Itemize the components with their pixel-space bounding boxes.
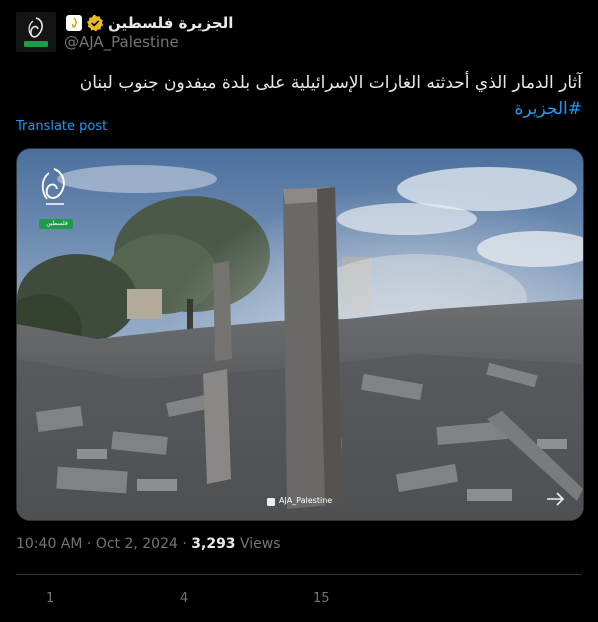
meta-separator: · <box>86 536 92 552</box>
translate-post-link[interactable]: Translate post <box>16 119 107 134</box>
watermark-social-icon <box>267 498 275 506</box>
author-handle[interactable]: @AJA_Palestine <box>64 33 179 51</box>
verified-badge-icon <box>86 14 104 32</box>
like-count[interactable]: 15 <box>313 591 330 606</box>
tweet-body: آثار الدمار الذي أحدثته الغارات الإسرائي… <box>79 73 582 93</box>
media-watermark-caption: فلسطين <box>46 220 68 227</box>
affiliation-badge-icon <box>66 15 82 31</box>
reply-count[interactable]: 1 <box>46 591 54 606</box>
tweet-date[interactable]: Oct 2, 2024 <box>96 536 178 552</box>
meta-separator-2: · <box>182 536 187 552</box>
tweet-actions: 1 4 15 <box>0 585 598 613</box>
display-name: الجزيرة فلسطين <box>108 14 234 32</box>
tweet-media-image[interactable]: فلسطين AJA_Palestine <box>16 148 584 521</box>
tweet-meta: 10:40 AM · Oct 2, 2024 · 3,293 Views <box>16 536 281 552</box>
tweet-time[interactable]: 10:40 AM <box>16 536 82 552</box>
repost-count[interactable]: 4 <box>180 591 188 606</box>
media-watermark-handle: AJA_Palestine <box>279 496 333 505</box>
avatar[interactable] <box>16 12 56 52</box>
views-label: Views <box>240 536 281 552</box>
author-name-row[interactable]: الجزيرة فلسطين <box>64 12 233 34</box>
views-count: 3,293 <box>191 536 236 552</box>
destroyed-buildings-photo <box>17 149 583 520</box>
tweet-text: آثار الدمار الذي أحدثته الغارات الإسرائي… <box>16 70 582 122</box>
logo-tag <box>24 41 48 47</box>
divider <box>16 574 582 575</box>
